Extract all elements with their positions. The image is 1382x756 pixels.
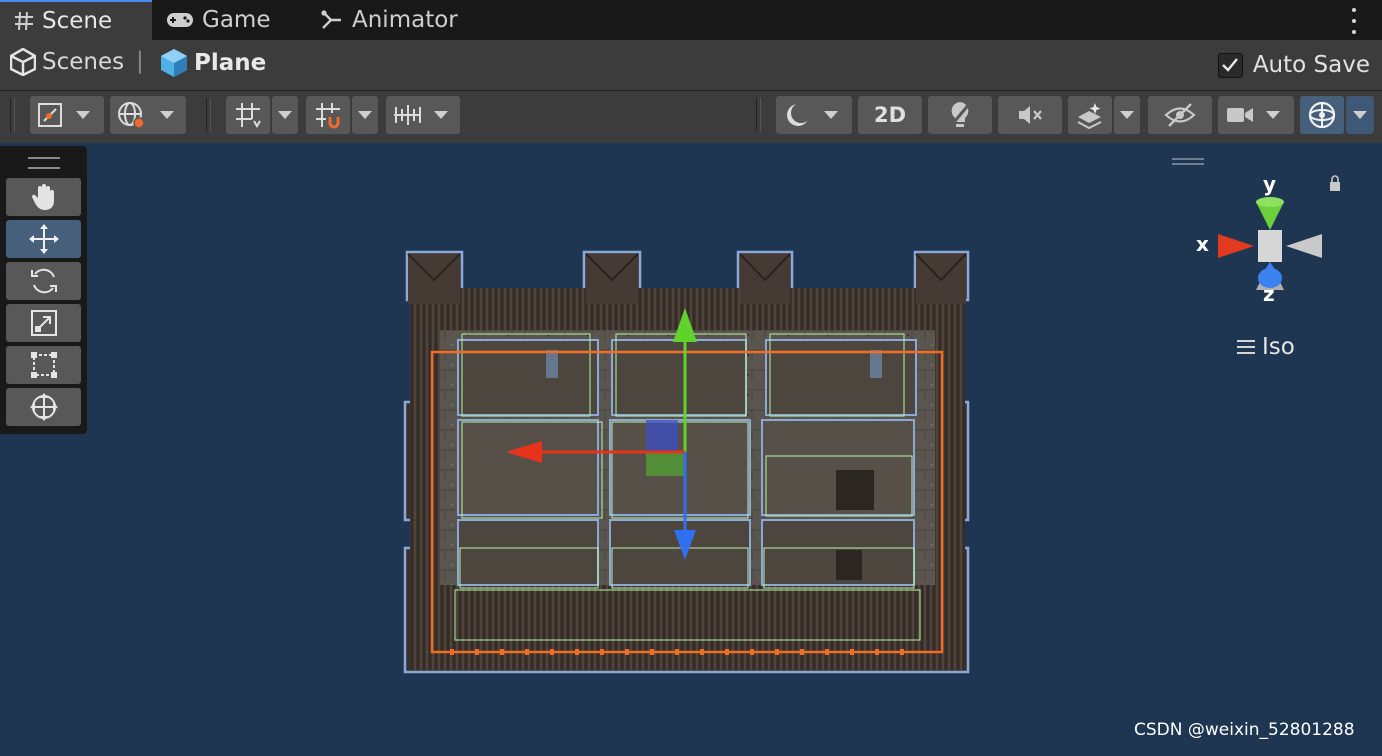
- toolbar-grip[interactable]: [206, 98, 211, 132]
- breadcrumb-plane[interactable]: Plane: [160, 48, 266, 78]
- gizmos-icon: [1306, 99, 1338, 131]
- breadcrumb-scenes[interactable]: Scenes: [10, 48, 124, 76]
- auto-save-label: Auto Save: [1252, 52, 1370, 78]
- scene-visibility-icon: [1164, 102, 1196, 128]
- tab-label: Scene: [42, 8, 113, 34]
- rect-tool-button[interactable]: [6, 346, 81, 384]
- tab-label: Game: [202, 7, 271, 33]
- 2d-toggle[interactable]: 2D: [858, 96, 922, 134]
- hand-tool-button[interactable]: [6, 178, 81, 216]
- increment-snap-icon: [314, 101, 342, 129]
- breadcrumb-label: Scenes: [42, 49, 125, 75]
- 2d-label: 2D: [873, 103, 907, 127]
- increment-snapping-dropdown[interactable]: [386, 96, 460, 134]
- rotate-tool-button[interactable]: [6, 262, 81, 300]
- transform-tool-icon: [28, 391, 60, 423]
- gizmos-dropdown[interactable]: [1346, 96, 1374, 134]
- neg-x-cone-icon[interactable]: [1286, 234, 1322, 258]
- camera-icon: [1226, 104, 1254, 126]
- audio-mute-icon: [1016, 102, 1044, 128]
- checkbox[interactable]: [1217, 52, 1243, 78]
- unity-logo-icon: [10, 48, 36, 76]
- overlay-drag-handle[interactable]: [28, 157, 60, 169]
- scene-viewport[interactable]: [0, 142, 1382, 752]
- center-cube[interactable]: [1258, 230, 1282, 262]
- grid-dropdown[interactable]: [272, 96, 298, 134]
- hash-icon: [14, 11, 34, 31]
- transform-tool-button[interactable]: [6, 388, 81, 426]
- tab-game[interactable]: Game: [166, 0, 270, 40]
- rect-tool-icon: [29, 350, 59, 380]
- move-tool-button[interactable]: [6, 220, 81, 258]
- ruler-icon: [392, 101, 422, 129]
- projection-toggle[interactable]: Iso: [1236, 334, 1295, 360]
- scene-visibility-toggle[interactable]: [1148, 96, 1212, 134]
- lighting-toggle-icon: [947, 100, 973, 130]
- scale-tool-button[interactable]: [6, 304, 81, 342]
- orientation-gizmo[interactable]: [1172, 158, 1340, 290]
- tool-handle-position-icon: [36, 101, 64, 129]
- gizmo-y-label: y: [1263, 172, 1277, 196]
- effects-icon: [1075, 101, 1105, 129]
- pivot-global-icon: [116, 100, 148, 130]
- shading-mode-icon: [784, 101, 812, 129]
- plane-handle-xz[interactable]: [646, 452, 684, 476]
- tab-animator[interactable]: Animator: [320, 0, 458, 40]
- watermark: CSDN @weixin_52801288: [1134, 720, 1355, 740]
- menu-lines-icon: [1236, 339, 1256, 355]
- gamepad-icon: [166, 10, 194, 30]
- move-tool-icon: [27, 222, 61, 256]
- lighting-toggle[interactable]: [928, 96, 992, 134]
- toolbar-grip[interactable]: [10, 98, 15, 132]
- animator-icon: [320, 9, 344, 31]
- snap-dropdown[interactable]: [352, 96, 378, 134]
- tab-label: Animator: [352, 7, 458, 33]
- breadcrumb-label: Plane: [194, 50, 267, 76]
- effects-dropdown[interactable]: [1114, 96, 1140, 134]
- gizmo-x-label: x: [1196, 232, 1209, 256]
- grid-visibility-button[interactable]: [226, 96, 270, 134]
- gizmo-z-label: z: [1263, 282, 1275, 306]
- toolbar-grip[interactable]: [756, 98, 761, 132]
- projection-label: Iso: [1262, 334, 1295, 360]
- prefab-cube-icon: [160, 48, 188, 78]
- more-options-icon[interactable]: [1344, 8, 1364, 34]
- breadcrumb-separator: |: [136, 48, 144, 74]
- draw-mode-dropdown[interactable]: [776, 96, 852, 134]
- rotate-tool-icon: [28, 265, 60, 297]
- scale-tool-icon: [29, 308, 59, 338]
- auto-save-toggle[interactable]: Auto Save: [1217, 52, 1370, 78]
- audio-toggle[interactable]: [998, 96, 1062, 134]
- lock-icon[interactable]: [1330, 182, 1340, 191]
- grid-snapping-button[interactable]: [306, 96, 350, 134]
- grid-snap-icon: [234, 101, 262, 129]
- plane-handle-xy[interactable]: [646, 420, 678, 452]
- gizmo-drag-handle[interactable]: [1172, 158, 1204, 165]
- scene-content: [403, 158, 1340, 674]
- pivot-rotation-dropdown[interactable]: [110, 96, 186, 134]
- camera-settings-dropdown[interactable]: [1218, 96, 1294, 134]
- tool-handle-position-dropdown[interactable]: [30, 96, 104, 134]
- gizmos-toggle[interactable]: [1300, 96, 1344, 134]
- hand-tool-icon: [29, 182, 59, 212]
- effects-toggle[interactable]: [1068, 96, 1112, 134]
- x-cone-icon[interactable]: [1218, 234, 1254, 258]
- tab-scene[interactable]: Scene: [0, 0, 152, 40]
